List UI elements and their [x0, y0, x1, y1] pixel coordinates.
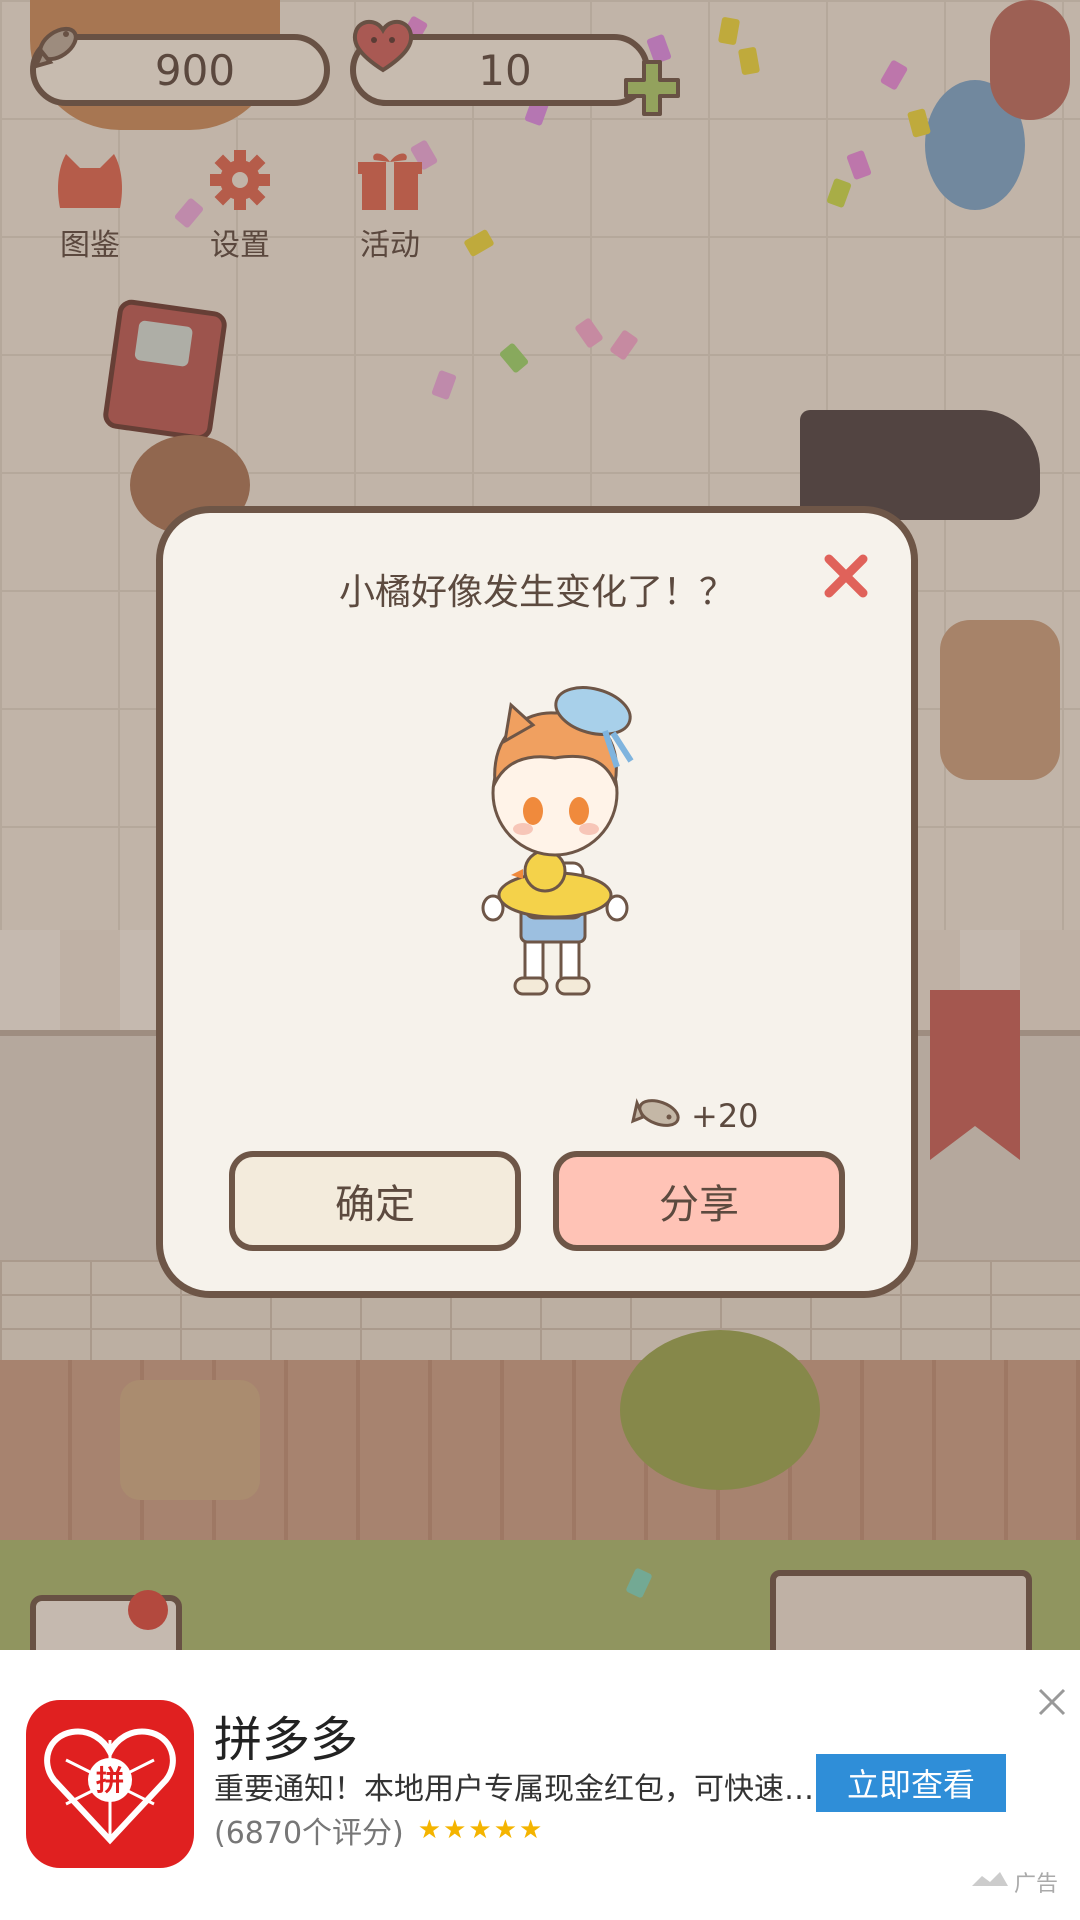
- star-rating-icon: ★★★★★: [417, 1815, 545, 1845]
- ad-rating: (6870个评分) ★★★★★: [214, 1808, 544, 1852]
- cat-boy-character-illustration: [481, 686, 634, 996]
- ad-description[interactable]: 重要通知！本地用户专属现金红包，可快速…: [214, 1764, 814, 1808]
- ad-label: 广告: [1014, 1872, 1059, 1897]
- svg-text:拼: 拼: [96, 1764, 124, 1797]
- confirm-button[interactable]: 确定: [229, 1151, 521, 1251]
- share-button[interactable]: 分享: [553, 1151, 845, 1251]
- reward-amount: +20: [691, 1097, 759, 1135]
- transformation-dialog: 小橘好像发生变化了！？ +20 确定 分享: [156, 506, 918, 1298]
- ad-view-now-button[interactable]: 立即查看: [816, 1754, 1006, 1812]
- ad-review-count: (6870个评分): [214, 1816, 404, 1851]
- close-icon[interactable]: [1036, 1686, 1068, 1718]
- pinduoduo-app-logo[interactable]: 拼: [26, 1700, 194, 1868]
- reward-display: +20: [629, 1091, 759, 1141]
- ad-app-name[interactable]: 拼多多: [214, 1700, 358, 1770]
- ad-source-icon: [972, 1872, 1008, 1886]
- close-icon[interactable]: [819, 549, 873, 603]
- fish-icon: [630, 1098, 680, 1127]
- dialog-title: 小橘好像发生变化了！？: [338, 572, 735, 613]
